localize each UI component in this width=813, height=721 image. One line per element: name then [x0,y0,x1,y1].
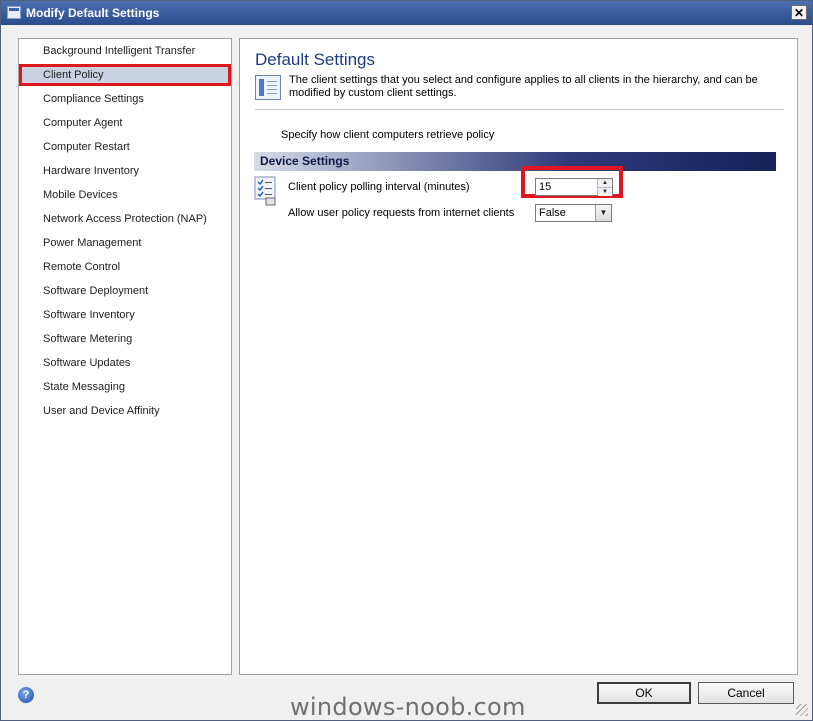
help-icon[interactable]: ? [18,687,34,703]
user-policy-requests-value: False [539,207,566,219]
modify-default-settings-dialog: Modify Default Settings ✕ Background Int… [0,0,813,721]
nav-item[interactable]: Software Deployment [19,280,231,302]
nav-item[interactable]: Software Metering [19,328,231,350]
nav-item[interactable]: Software Updates [19,352,231,374]
nav-item[interactable]: Power Management [19,232,231,254]
device-settings-header-label: Device Settings [260,154,350,168]
page-description: The client settings that you select and … [289,74,758,99]
page-title: Default Settings [255,50,376,69]
nav-item[interactable]: Client Policy [19,64,231,86]
nav-item[interactable]: Remote Control [19,256,231,278]
close-icon[interactable]: ✕ [791,5,807,20]
user-policy-requests-label: Allow user policy requests from internet… [288,207,515,219]
watermark-text: windows-noob.com [290,693,526,721]
nav-item[interactable]: User and Device Affinity [19,400,231,422]
section-subheading: Specify how client computers retrieve po… [281,129,495,141]
spin-down-icon[interactable]: ▼ [598,187,612,196]
cancel-button[interactable]: Cancel [698,682,794,704]
window-icon [7,6,21,19]
window-title: Modify Default Settings [26,6,160,20]
nav-item[interactable]: Mobile Devices [19,184,231,206]
polling-interval-spinner[interactable]: 15 ▲ ▼ [535,178,613,196]
checklist-icon [254,176,276,206]
polling-interval-value[interactable]: 15 [539,181,551,193]
dropdown-arrow-icon[interactable]: ▼ [595,205,611,221]
nav-item[interactable]: Computer Agent [19,112,231,134]
nav-item[interactable]: Network Access Protection (NAP) [19,208,231,230]
nav-item[interactable]: Software Inventory [19,304,231,326]
nav-item[interactable]: Computer Restart [19,136,231,158]
spin-up-icon[interactable]: ▲ [598,179,612,187]
resize-grip[interactable] [796,704,808,716]
user-policy-requests-dropdown[interactable]: False ▼ [535,204,612,222]
ok-button[interactable]: OK [597,682,691,704]
device-settings-header: Device Settings [254,152,776,171]
nav-item[interactable]: Hardware Inventory [19,160,231,182]
settings-navigation: Background Intelligent Transfer Client Po… [18,38,232,675]
nav-item[interactable]: State Messaging [19,376,231,398]
nav-item[interactable]: Compliance Settings [19,88,231,110]
title-bar: Modify Default Settings ✕ [1,1,812,25]
settings-page-icon [255,75,281,100]
settings-content-panel: Default Settings The client settings tha… [239,38,798,675]
divider [255,109,784,110]
spinner-buttons: ▲ ▼ [597,179,612,196]
nav-item[interactable]: Background Intelligent Transfer [19,40,231,62]
polling-interval-label: Client policy polling interval (minutes) [288,181,470,193]
